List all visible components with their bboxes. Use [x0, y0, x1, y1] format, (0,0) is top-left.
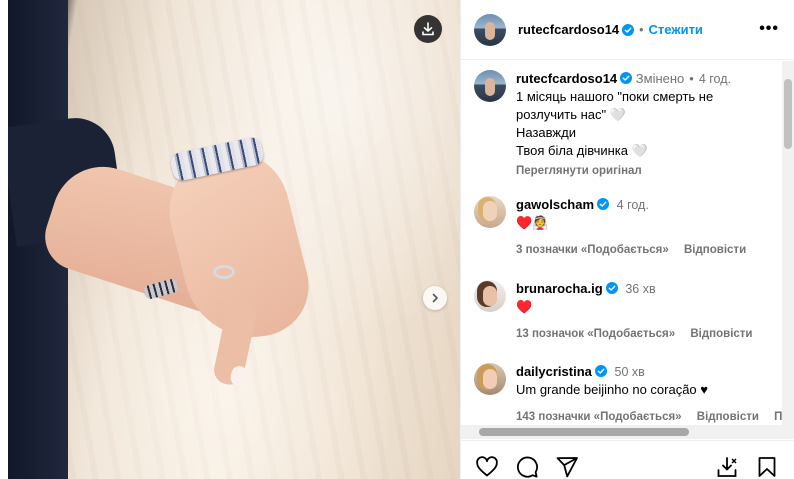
- comments-scroll-area[interactable]: rutecfcardoso14 Змінено • 4 год. 1 місяць …: [461, 61, 794, 439]
- see-original-link[interactable]: Переглянути оригінал: [516, 162, 766, 180]
- comment-likes[interactable]: 3 позначки «Подобається»: [516, 244, 669, 256]
- comment-likes[interactable]: 143 позначки «Подобається»: [516, 411, 682, 423]
- caption-time[interactable]: 4 год.: [699, 72, 731, 86]
- caption-avatar[interactable]: [474, 70, 506, 102]
- comment-item: brunarocha.ig 36 хв ♥️ 13 позначок «Подо…: [474, 280, 794, 340]
- comment-text: Um grande beijinho no coração ♥: [516, 382, 708, 397]
- download-button[interactable]: [414, 15, 442, 43]
- verified-badge-icon: [620, 72, 633, 84]
- post-panel: rutecfcardoso14 • Стежити ••• rutecfcard…: [460, 0, 794, 479]
- follow-button[interactable]: Стежити: [649, 22, 703, 37]
- post-caption: rutecfcardoso14 Змінено • 4 год. 1 місяць …: [474, 70, 774, 177]
- reply-button[interactable]: Відповісти: [690, 328, 752, 340]
- action-bar: [461, 440, 794, 479]
- commenter-username[interactable]: brunarocha.ig: [516, 281, 603, 296]
- author-username[interactable]: rutecfcardoso14: [518, 22, 619, 37]
- caption-line-2: Назавжди: [516, 125, 576, 140]
- comment-item: gawolscham 4 год. ♥️👰 3 позначки «Подоба…: [474, 196, 794, 256]
- commenter-username[interactable]: dailycristina: [516, 364, 592, 379]
- commenter-avatar[interactable]: [474, 280, 506, 312]
- engagement-ring: [213, 265, 235, 279]
- comment-time[interactable]: 36 хв: [625, 282, 655, 296]
- comment-text: ♥️👰: [516, 215, 549, 230]
- scrollbar-thumb[interactable]: [784, 79, 792, 149]
- verified-badge-icon: [597, 198, 610, 210]
- chevron-right-icon: [432, 293, 438, 303]
- heart-icon[interactable]: [475, 455, 499, 479]
- separator-dot: •: [639, 22, 644, 37]
- caption-line-1: 1 місяць нашого "поки смерть не розлучит…: [516, 89, 714, 122]
- commenter-avatar[interactable]: [474, 363, 506, 395]
- comment-text: ♥️: [516, 299, 533, 314]
- vertical-scrollbar[interactable]: [782, 61, 794, 439]
- comment-time[interactable]: 50 хв: [615, 365, 645, 379]
- bookmark-icon[interactable]: [755, 455, 779, 479]
- verified-badge-icon: [622, 23, 635, 36]
- reply-button[interactable]: Відповісти: [684, 244, 746, 256]
- scrollbar-thumb[interactable]: [479, 428, 689, 436]
- comment-icon[interactable]: [515, 455, 539, 479]
- share-icon[interactable]: [555, 455, 579, 479]
- comment-likes[interactable]: 13 позначок «Подобається»: [516, 328, 675, 340]
- horizontal-scrollbar[interactable]: [461, 425, 783, 439]
- verified-badge-icon: [605, 282, 618, 294]
- next-image-button[interactable]: [423, 286, 447, 310]
- comment-item: dailycristina 50 хв Um grande beijinho n…: [474, 363, 794, 423]
- edited-label: Змінено: [635, 71, 685, 86]
- comment-time[interactable]: 4 год.: [617, 198, 649, 212]
- verified-badge-icon: [594, 365, 607, 377]
- download-save-icon[interactable]: [715, 455, 739, 479]
- commenter-avatar[interactable]: [474, 196, 506, 228]
- post-header: rutecfcardoso14 • Стежити •••: [461, 0, 794, 60]
- post-image[interactable]: [8, 0, 460, 479]
- more-options-icon[interactable]: •••: [759, 20, 779, 38]
- caption-line-3: Твоя біла дівчинка 🤍: [516, 143, 648, 158]
- download-icon: [422, 22, 434, 36]
- reply-button[interactable]: Відповісти: [697, 411, 759, 423]
- author-avatar[interactable]: [474, 13, 506, 46]
- caption-username[interactable]: rutecfcardoso14: [516, 71, 617, 86]
- commenter-username[interactable]: gawolscham: [516, 197, 594, 212]
